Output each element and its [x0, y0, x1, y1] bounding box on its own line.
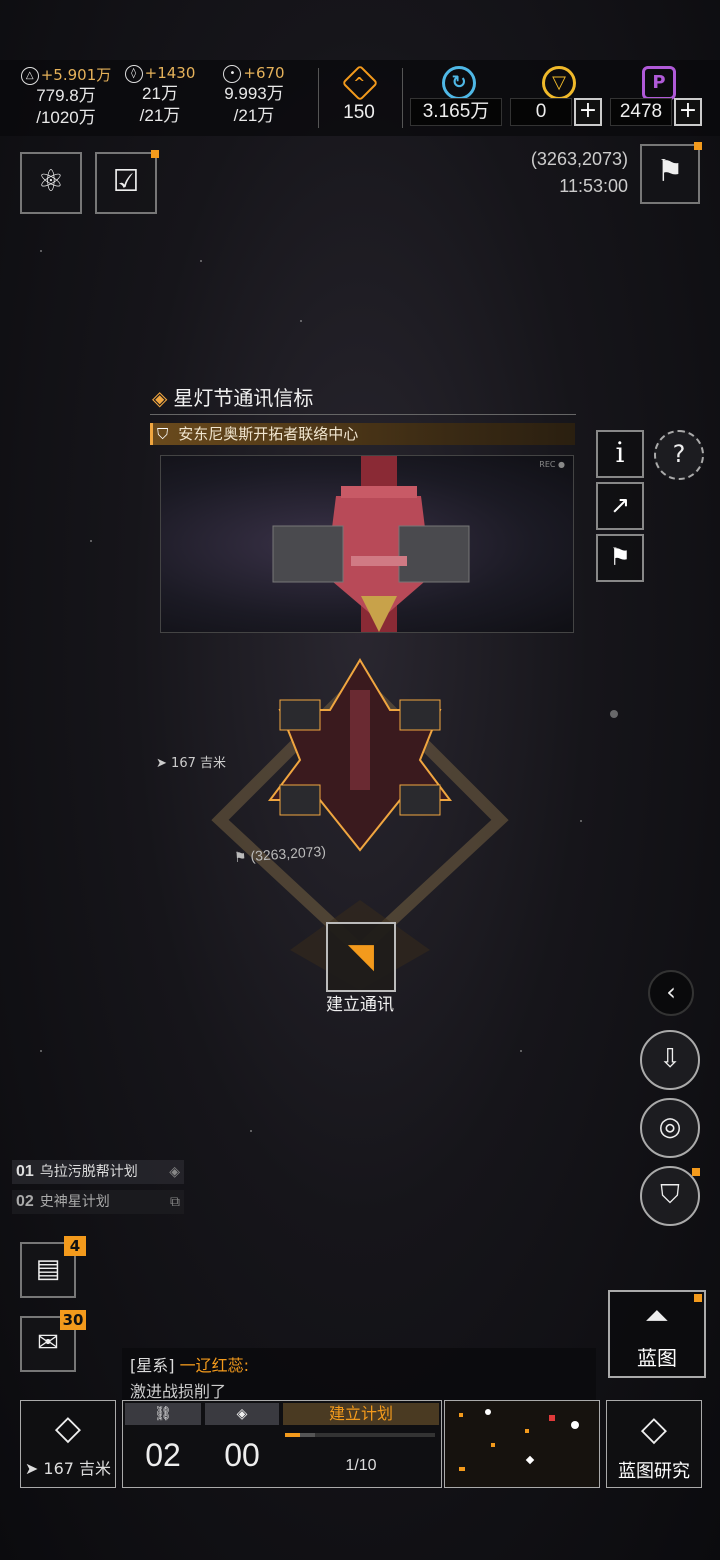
question-icon: ? — [672, 440, 686, 468]
currency-cycle[interactable]: ↻ 3.165万 — [410, 64, 502, 130]
location-readout: (3263,2073) 11:53:00 — [500, 146, 628, 200]
chat-sender: 一辽红蕊: — [179, 1356, 249, 1375]
fleet-status-panel[interactable]: ⛓ 02 ◈ 00 建立计划 1/10 — [122, 1400, 442, 1488]
current-coords: (3263,2073) — [530, 149, 628, 169]
establish-comm-button[interactable]: ◥ — [326, 922, 396, 992]
download-button[interactable]: ⇩ — [640, 1030, 700, 1090]
add-gold-button[interactable]: + — [574, 98, 602, 126]
distance-marker: ➤ 167 吉米 — [156, 756, 226, 771]
resource-crystal[interactable]: △ +5.901万 779.8万 /1020万 — [18, 64, 114, 129]
structure-preview: REC ● — [160, 455, 574, 633]
chat-panel[interactable]: [星系] 一辽红蕊: 激进战损削了 — [122, 1348, 596, 1401]
atom-menu-button[interactable]: ⚛ — [20, 152, 82, 214]
resource-gem[interactable]: ◊ +1430 21万 /21万 — [112, 64, 208, 127]
currency-gold[interactable]: ▽ 0 + — [510, 64, 602, 130]
chat-channel: [星系] — [130, 1356, 175, 1375]
minimap[interactable] — [444, 1400, 600, 1488]
bottom-bar: ◇ ➤ 167 吉米 ⛓ 02 ◈ 00 建立计划 1/10 ◇ 蓝图研究 — [0, 1400, 720, 1490]
checklist-icon: ☑ — [112, 164, 140, 199]
research-icon: ◇ — [640, 1409, 668, 1449]
crystal-icon: △ — [20, 66, 39, 85]
notes-badge: 4 — [64, 1236, 86, 1256]
divider — [150, 414, 576, 415]
mail-badge: 30 — [60, 1310, 86, 1330]
plan-progress-bar — [285, 1433, 435, 1437]
notification-dot — [694, 142, 702, 150]
faction-icon: ⛉ — [157, 425, 169, 443]
task-item-2[interactable]: 02 史神星计划 ⧉ — [12, 1190, 184, 1214]
notification-dot — [151, 150, 159, 158]
share-icon: ↗ — [609, 491, 631, 519]
panel-title: ◈ 星灯节通讯信标 — [152, 386, 314, 410]
orb-icon: • — [223, 64, 242, 83]
ship-arrow-icon: ➤ — [24, 1459, 39, 1478]
mark-location-button[interactable]: ⚑ — [596, 534, 644, 582]
help-button[interactable]: ? — [654, 430, 704, 480]
blueprint-icon: ⏶ — [645, 1299, 669, 1334]
rec-indicator: REC ● — [539, 460, 565, 469]
notification-dot — [694, 1294, 702, 1302]
diamond-icon: ◈ — [169, 1164, 180, 1180]
info-button[interactable]: i — [596, 430, 644, 478]
flag-icon: ⚑ — [233, 848, 248, 866]
bookmark-flag-icon: ⚑ — [609, 543, 631, 571]
share-button[interactable]: ↗ — [596, 482, 644, 530]
establish-comm-label: 建立通讯 — [326, 995, 394, 1015]
tasks-checklist-button[interactable]: ☑ — [95, 150, 159, 214]
faction-shield-icon: ⛉ — [660, 1180, 680, 1210]
counter-2: 00 — [224, 1437, 260, 1473]
target-icon: ◈ — [205, 1403, 279, 1425]
arrow-down-icon: ⇩ — [659, 1044, 681, 1074]
link-icon: ⛓ — [125, 1403, 201, 1425]
atom-icon: ⚛ — [37, 164, 65, 199]
chevron-left-icon: ‹ — [666, 978, 676, 1006]
bookmark-button[interactable]: ⚑ — [640, 142, 702, 204]
bookmark-flag-icon: ⚑ — [656, 154, 684, 189]
counter-1: 02 — [145, 1437, 181, 1473]
blueprint-button[interactable]: ⏶ 蓝图 — [608, 1290, 706, 1378]
blueprint-research-button[interactable]: ◇ 蓝图研究 — [606, 1400, 702, 1488]
beacon-icon: ◈ — [152, 386, 168, 410]
cycle-currency-icon: ↻ — [442, 66, 476, 100]
task-item-1[interactable]: 01 乌拉污脱帮计划 ◈ — [12, 1160, 184, 1184]
currency-purple[interactable]: P 2478 + — [610, 64, 702, 130]
rank-chevron-icon: ^ — [341, 64, 379, 102]
gold-currency-icon: ▽ — [542, 66, 576, 100]
collapse-button[interactable]: ‹ — [648, 970, 694, 1016]
resource-bar: △ +5.901万 779.8万 /1020万 ◊ +1430 21万 /21万 •… — [0, 60, 720, 136]
owner-bar[interactable]: ⛉ 安东尼奥斯开拓者联络中心 — [150, 423, 575, 445]
rank-display[interactable]: ^ 150 — [326, 64, 392, 130]
info-icon: i — [615, 436, 625, 469]
notification-dot — [692, 1168, 700, 1176]
add-purple-button[interactable]: + — [674, 98, 702, 126]
gem-icon: ◊ — [124, 64, 143, 83]
radar-button[interactable]: ◎ — [640, 1098, 700, 1158]
home-station-button[interactable]: ◇ ➤ 167 吉米 — [20, 1400, 116, 1488]
beacon-structure-image — [272, 456, 470, 632]
window-icon: ⧉ — [170, 1194, 180, 1210]
radar-icon: ◎ — [658, 1112, 682, 1142]
purple-currency-icon: P — [642, 66, 676, 100]
resource-orb[interactable]: • +670 9.993万 /21万 — [206, 64, 302, 127]
comm-signal-icon: ◥ — [347, 936, 375, 976]
ship-arrow-icon: ➤ — [156, 756, 167, 771]
plan-progress: 1/10 — [345, 1457, 377, 1474]
plan-label[interactable]: 建立计划 — [283, 1403, 439, 1425]
faction-button[interactable]: ⛉ — [640, 1166, 700, 1226]
current-time: 11:53:00 — [559, 176, 628, 196]
station-icon: ◇ — [54, 1408, 82, 1448]
